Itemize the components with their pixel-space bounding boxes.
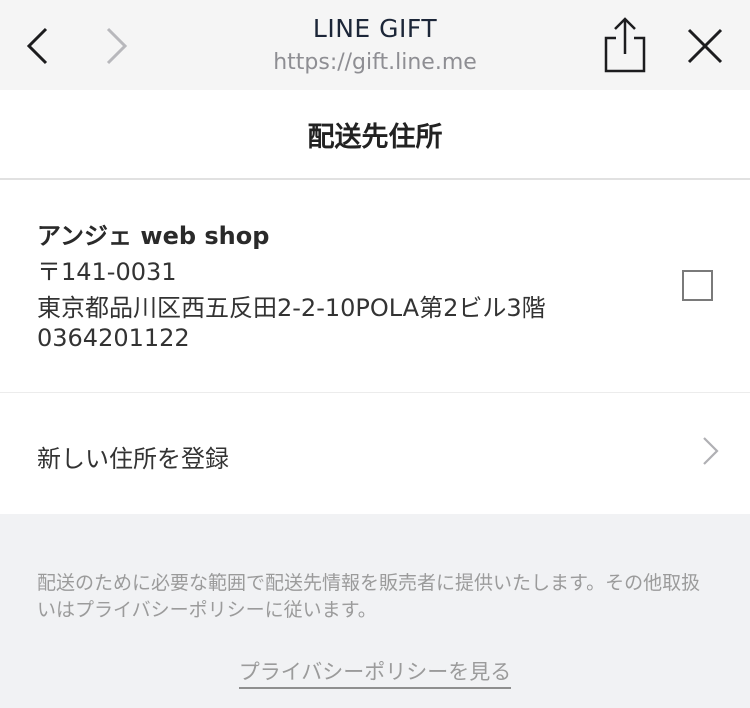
address-phone: 0364201122	[37, 324, 190, 352]
privacy-notice: 配送のために必要な範囲で配送先情報を販売者に提供いたします。その他取扱いはプライ…	[37, 572, 701, 621]
close-icon	[687, 28, 723, 64]
privacy-policy-link-wrap: プライバシーポリシーを見る	[0, 656, 750, 689]
close-button[interactable]	[680, 20, 730, 72]
chevron-right-icon	[703, 437, 719, 465]
browser-toolbar: LINE GIFT https://gift.line.me	[0, 0, 750, 90]
privacy-policy-link[interactable]: プライバシーポリシーを見る	[238, 660, 512, 689]
address-street: 東京都品川区西五反田2-2-10POLA第2ビル3階	[37, 294, 546, 322]
share-button[interactable]	[600, 14, 650, 76]
footer: 配送のために必要な範囲で配送先情報を販売者に提供いたします。その他取扱いはプライ…	[0, 514, 750, 708]
register-new-address-label: 新しい住所を登録	[37, 445, 229, 473]
address-postal-code: 〒141-0031	[37, 258, 177, 286]
address-select-checkbox[interactable]	[682, 270, 713, 301]
register-new-address-row[interactable]: 新しい住所を登録	[0, 393, 750, 514]
address-item[interactable]: アンジェ web shop 〒141-0031 東京都品川区西五反田2-2-10…	[0, 180, 750, 393]
page-title: 配送先住所	[307, 121, 443, 153]
share-icon	[604, 17, 646, 73]
page-header: 配送先住所	[0, 90, 750, 180]
address-name: アンジェ web shop	[37, 222, 270, 250]
